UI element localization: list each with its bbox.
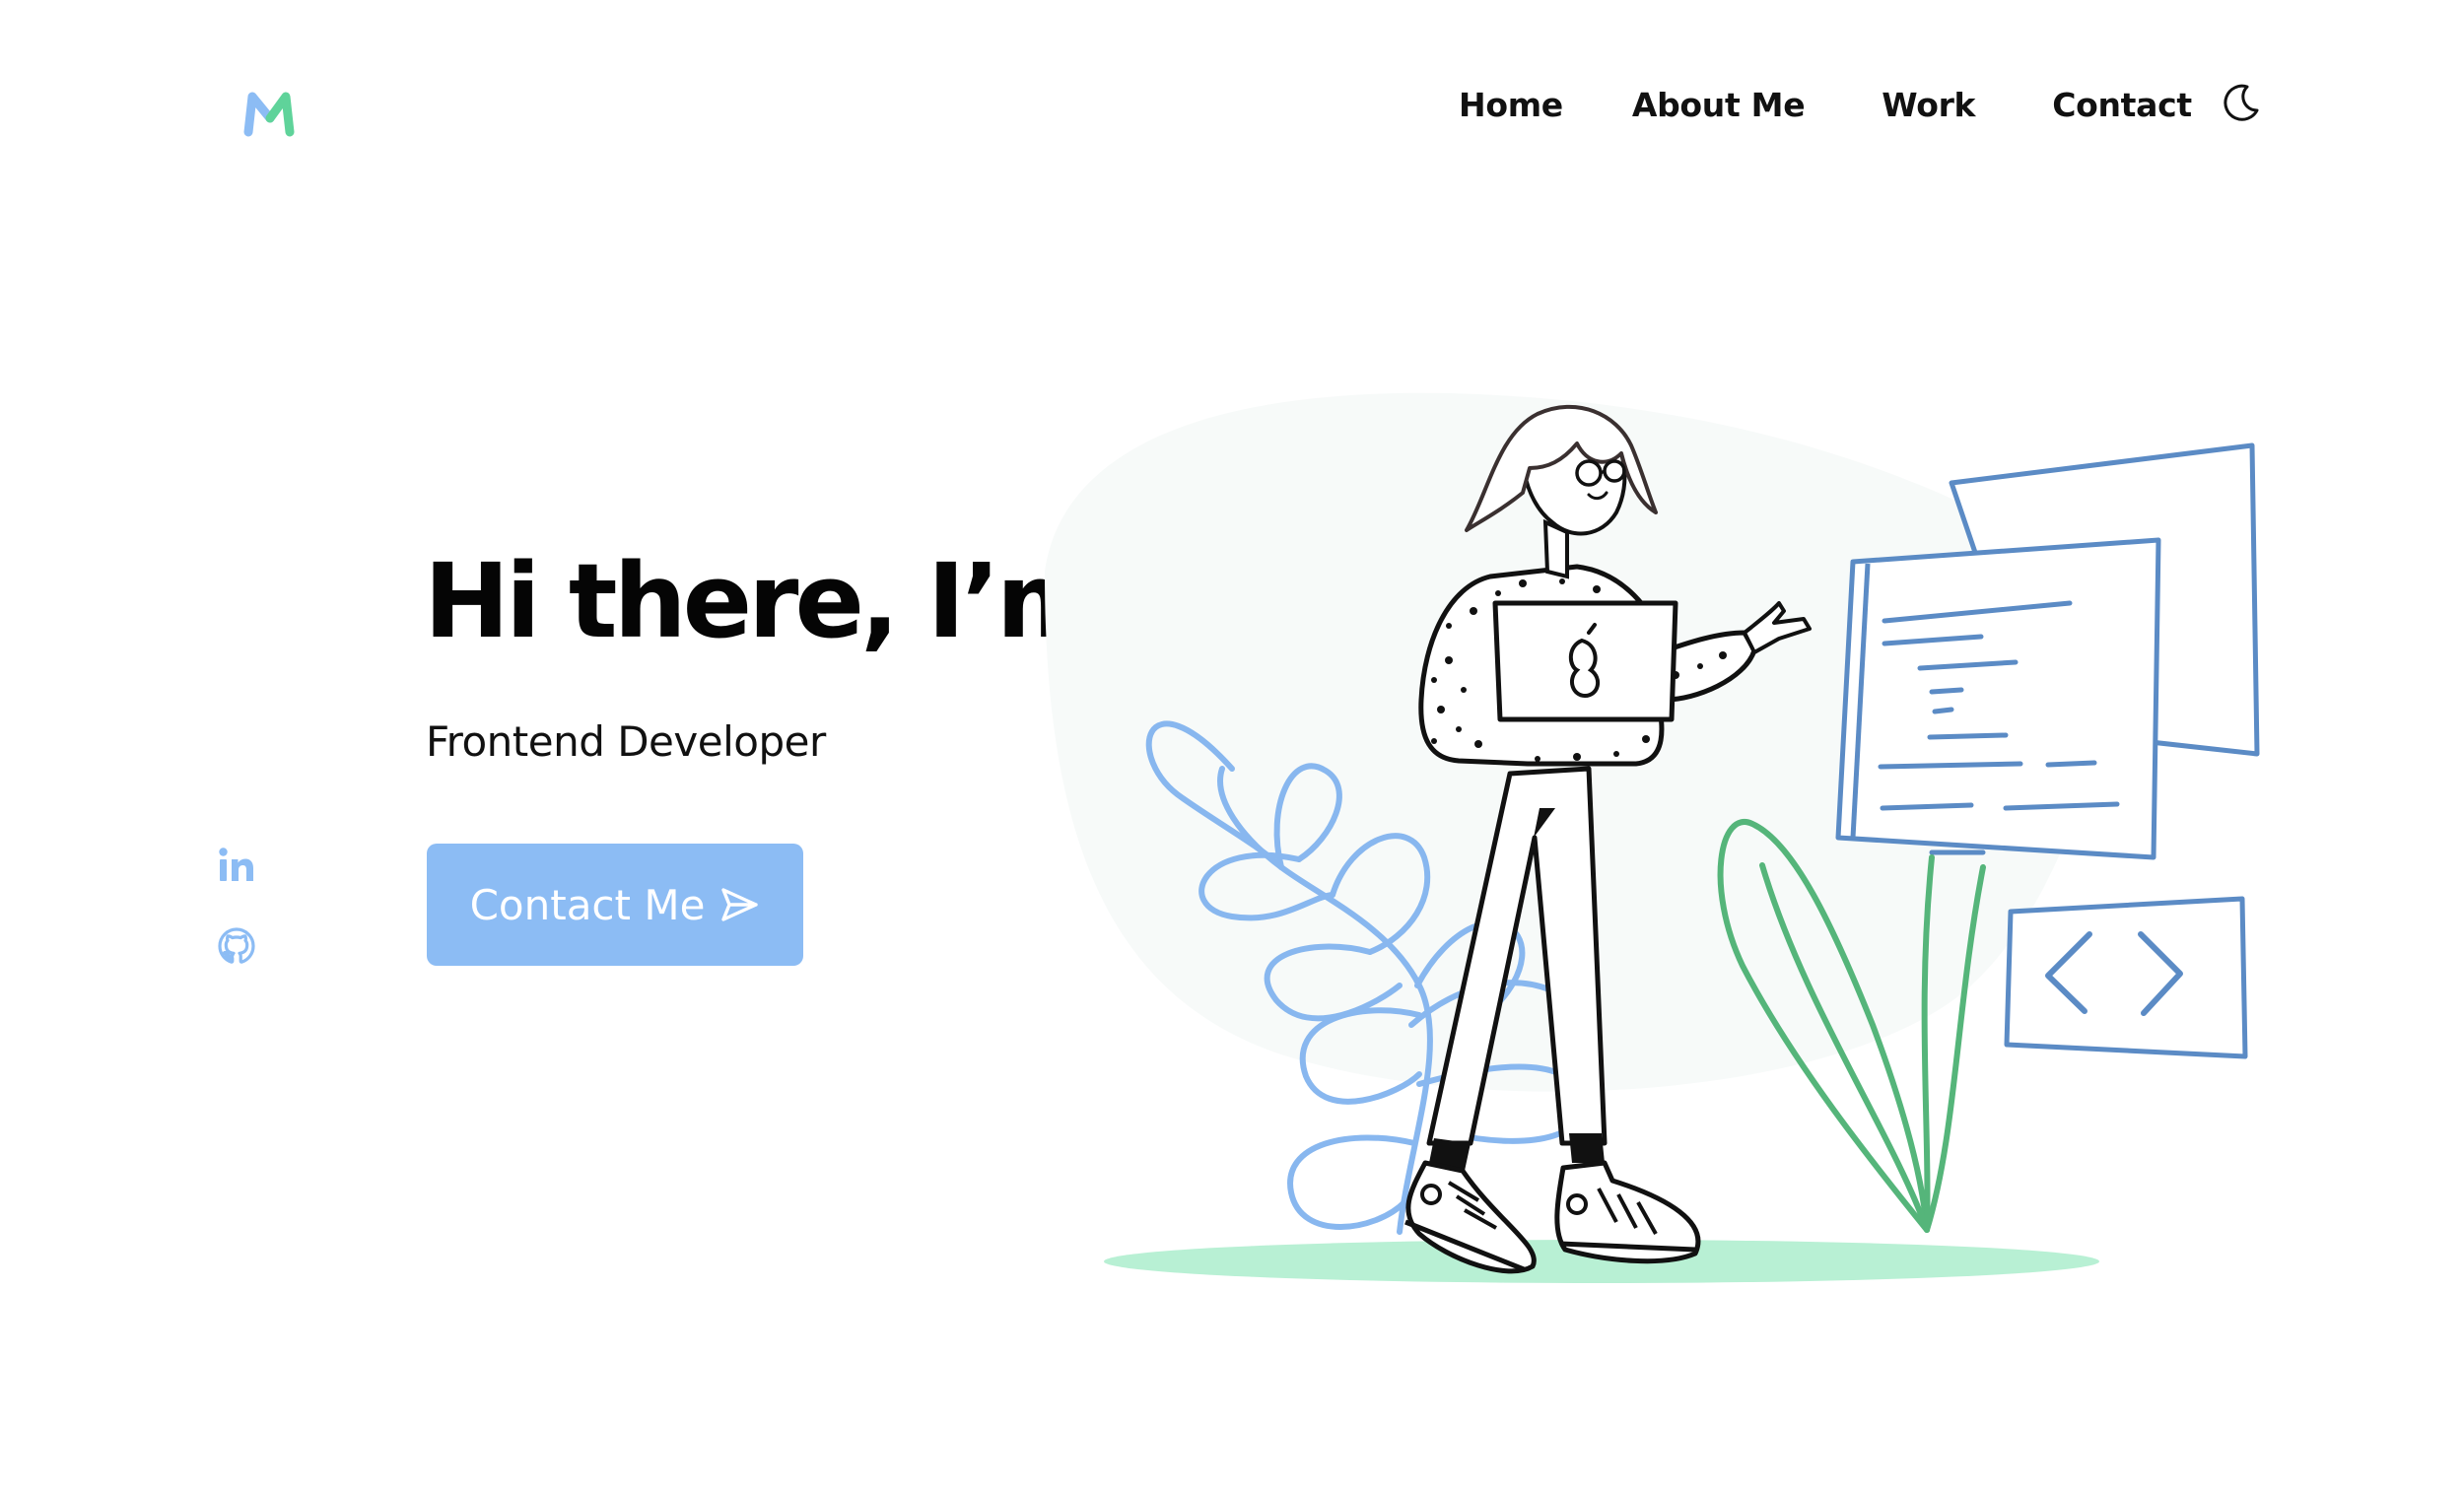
hero-subtitle: Frontend Developer xyxy=(426,717,826,766)
nav-contact[interactable]: Contact xyxy=(2052,86,2192,124)
moon-icon[interactable] xyxy=(2218,81,2263,126)
contact-me-button[interactable]: Contact Me xyxy=(427,844,803,966)
linkedin-icon[interactable] xyxy=(217,846,256,885)
developer-illustration xyxy=(1045,392,2260,1283)
social-links xyxy=(217,846,260,1007)
m-logo-icon[interactable] xyxy=(242,89,298,138)
contact-me-label: Contact Me xyxy=(469,880,706,929)
main-nav: Home About Me Work Contact xyxy=(1459,85,2192,124)
nav-home[interactable]: Home xyxy=(1459,86,1563,124)
page: Home About Me Work Contact Hi there, I’m… xyxy=(0,0,2464,1494)
send-icon xyxy=(721,888,759,921)
github-icon[interactable] xyxy=(217,926,256,966)
nav-about-me[interactable]: About Me xyxy=(1632,86,1806,124)
nav-work[interactable]: Work xyxy=(1882,86,1975,124)
